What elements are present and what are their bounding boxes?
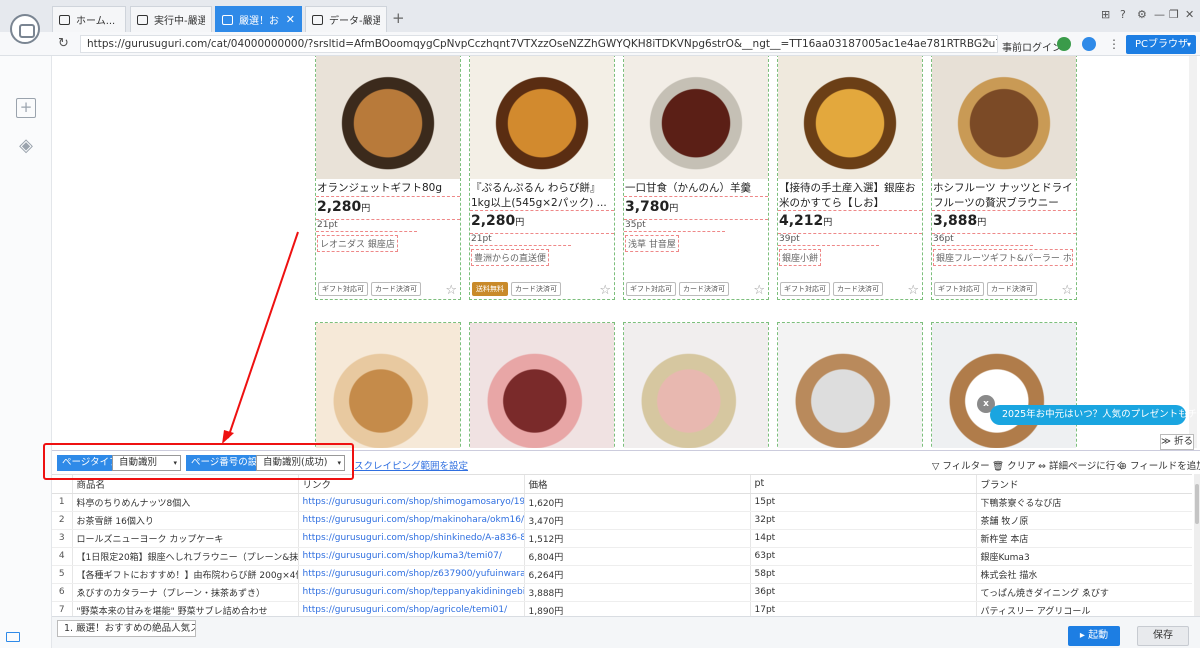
annotation-highlight-box — [43, 443, 354, 480]
app-window: ホーム... 実行中-嚴選... 嚴選！お... ✕ データ-嚴選... + ⊞… — [0, 0, 1200, 648]
app-logo-icon — [10, 14, 40, 44]
annotation-arrow — [222, 231, 299, 444]
